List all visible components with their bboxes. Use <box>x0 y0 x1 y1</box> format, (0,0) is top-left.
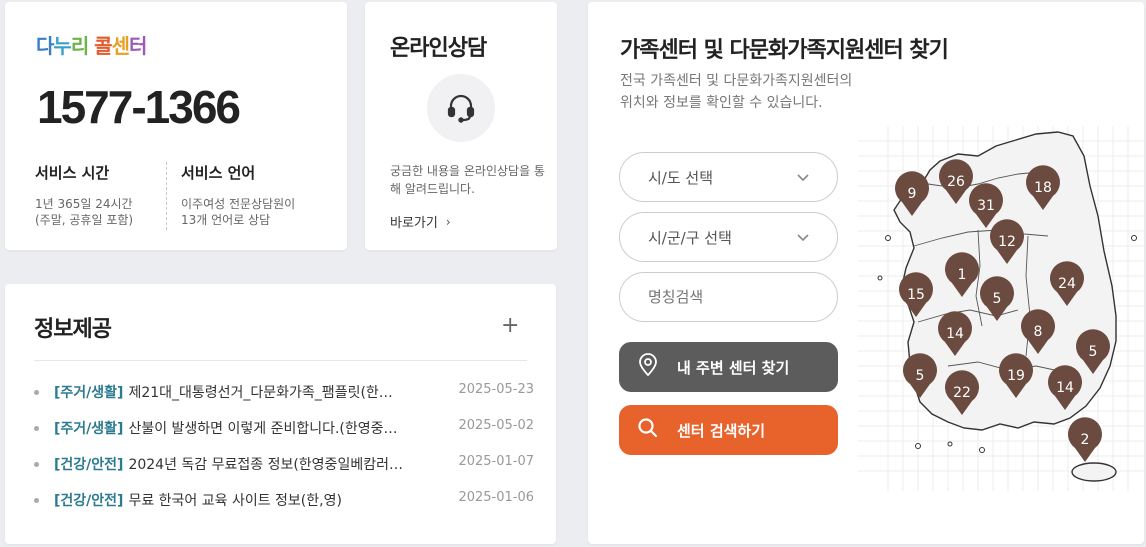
info-provision-card: 정보제공 + [주거/생활] 제21대_대통령선거_다문화가족_팸플릿(한… 2… <box>5 284 556 544</box>
bullet-icon <box>34 426 39 431</box>
search-center-button[interactable]: 센터 검색하기 <box>619 405 838 455</box>
pin-count: 14 <box>1056 380 1074 396</box>
jeju-island <box>1071 462 1117 482</box>
service-language-label: 서비스 언어 <box>181 164 256 182</box>
service-time-desc: 1년 365일 24시간 (주말, 공휴일 포함) <box>35 197 134 227</box>
find-nearby-button[interactable]: 내 주변 센터 찾기 <box>619 342 838 392</box>
callcenter-phone-number: 1577-1366 <box>37 81 241 133</box>
pin-count: 5 <box>916 368 925 384</box>
pin-count: 31 <box>977 198 995 214</box>
sido-select[interactable]: 시/도 선택 <box>619 152 838 202</box>
pin-count: 14 <box>946 326 964 342</box>
find-center-subtitle: 전국 가족센터 및 다문화가족지원센터의 위치와 정보를 확인할 수 있습니다. <box>620 70 920 114</box>
chevron-right-icon: › <box>445 214 451 229</box>
danuri-callcenter-logo: 다누리 콜센터 <box>36 30 147 59</box>
name-search-field[interactable] <box>619 272 838 322</box>
bullet-icon <box>34 498 39 503</box>
logo-char: 콜 <box>88 34 112 58</box>
sigungu-select[interactable]: 시/군/구 선택 <box>619 212 838 262</box>
bullet-icon <box>34 390 39 395</box>
chevron-down-icon <box>797 228 809 246</box>
plus-icon[interactable]: + <box>501 315 519 337</box>
korea-region-map: 9 26 31 18 12 1 15 5 24 14 8 5 22 19 14 … <box>858 126 1144 491</box>
sigungu-select-value: 시/군/구 선택 <box>648 228 732 247</box>
region-pin-jeju[interactable]: 2 <box>1068 417 1102 462</box>
divider <box>34 360 527 361</box>
headset-icon <box>427 74 495 142</box>
name-search-input[interactable] <box>648 288 809 306</box>
info-list: [주거/생활] 제21대_대통령선거_다문화가족_팸플릿(한… 2025-05-… <box>34 382 534 526</box>
online-consult-card: 온라인상담 궁금한 내용을 온라인상담을 통해 알려드립니다. 바로가기 › <box>365 2 557 250</box>
pin-count: 24 <box>1058 276 1076 292</box>
logo-char: 리 <box>70 34 89 58</box>
location-pin-icon <box>637 353 659 381</box>
pin-count: 19 <box>1007 368 1025 384</box>
item-category: [건강/안전] <box>54 493 124 509</box>
item-category: [주거/생활] <box>54 421 124 437</box>
item-date: 2025-01-07 <box>458 454 534 469</box>
item-title: 산불이 발생하면 이렇게 준비합니다.(한영중… <box>128 421 398 437</box>
online-consult-title: 온라인상담 <box>390 36 487 61</box>
online-consult-link[interactable]: 바로가기 › <box>390 212 451 232</box>
item-date: 2025-05-02 <box>458 418 534 433</box>
sido-select-value: 시/도 선택 <box>648 168 714 187</box>
subtitle-line: 전국 가족센터 및 다문화가족지원센터의 <box>620 73 853 89</box>
search-center-label: 센터 검색하기 <box>677 421 766 440</box>
search-icon <box>637 417 659 443</box>
info-list-item[interactable]: [주거/생활] 산불이 발생하면 이렇게 준비합니다.(한영중… 2025-05… <box>34 418 534 454</box>
pin-count: 8 <box>1034 324 1043 340</box>
item-date: 2025-05-23 <box>458 382 534 397</box>
subtitle-line: 위치와 정보를 확인할 수 있습니다. <box>620 95 823 111</box>
divider <box>166 162 167 230</box>
find-center-title: 가족센터 및 다문화가족지원센터 찾기 <box>620 38 949 63</box>
item-title: 무료 한국어 교육 사이트 정보(한,영) <box>128 493 342 509</box>
pin-count: 5 <box>993 291 1002 307</box>
pin-count: 26 <box>947 174 965 190</box>
item-category: [건강/안전] <box>54 457 124 473</box>
bullet-icon <box>34 462 39 467</box>
online-consult-desc: 궁금한 내용을 온라인상담을 통해 알려드립니다. <box>390 164 545 196</box>
pin-count: 22 <box>953 385 971 401</box>
info-list-item[interactable]: [주거/생활] 제21대_대통령선거_다문화가족_팸플릿(한… 2025-05-… <box>34 382 534 418</box>
chevron-down-icon <box>797 168 809 186</box>
link-label: 바로가기 <box>390 216 438 231</box>
logo-char: 다 <box>36 34 54 58</box>
logo-char: 누 <box>53 34 71 58</box>
logo-char: 터 <box>129 34 147 58</box>
item-title: 2024년 독감 무료접종 정보(한영중일베캄러… <box>128 457 403 473</box>
service-time-label: 서비스 시간 <box>35 164 110 182</box>
info-list-item[interactable]: [건강/안전] 2024년 독감 무료접종 정보(한영중일베캄러… 2025-0… <box>34 454 534 490</box>
find-nearby-label: 내 주변 센터 찾기 <box>677 358 790 377</box>
service-language-desc: 이주여성 전문상담원이 13개 언어로 상담 <box>181 197 296 227</box>
logo-char: 센 <box>111 34 130 58</box>
pin-count: 9 <box>908 186 917 202</box>
info-list-item[interactable]: [건강/안전] 무료 한국어 교육 사이트 정보(한,영) 2025-01-06 <box>34 490 534 526</box>
find-center-card: 가족센터 및 다문화가족지원센터 찾기 전국 가족센터 및 다문화가족지원센터의… <box>588 2 1144 544</box>
pin-count: 2 <box>1081 432 1090 448</box>
pin-count: 1 <box>958 267 967 283</box>
call-center-card: 다누리 콜센터 1577-1366 서비스 시간 1년 365일 24시간 (주… <box>5 2 347 250</box>
pin-count: 15 <box>907 287 925 303</box>
info-provision-title: 정보제공 <box>34 317 112 342</box>
item-date: 2025-01-06 <box>458 490 534 505</box>
pin-count: 12 <box>998 234 1016 250</box>
item-title: 제21대_대통령선거_다문화가족_팸플릿(한… <box>128 385 393 401</box>
pin-count: 18 <box>1034 180 1052 196</box>
item-category: [주거/생활] <box>54 385 124 401</box>
pin-count: 5 <box>1089 344 1098 360</box>
